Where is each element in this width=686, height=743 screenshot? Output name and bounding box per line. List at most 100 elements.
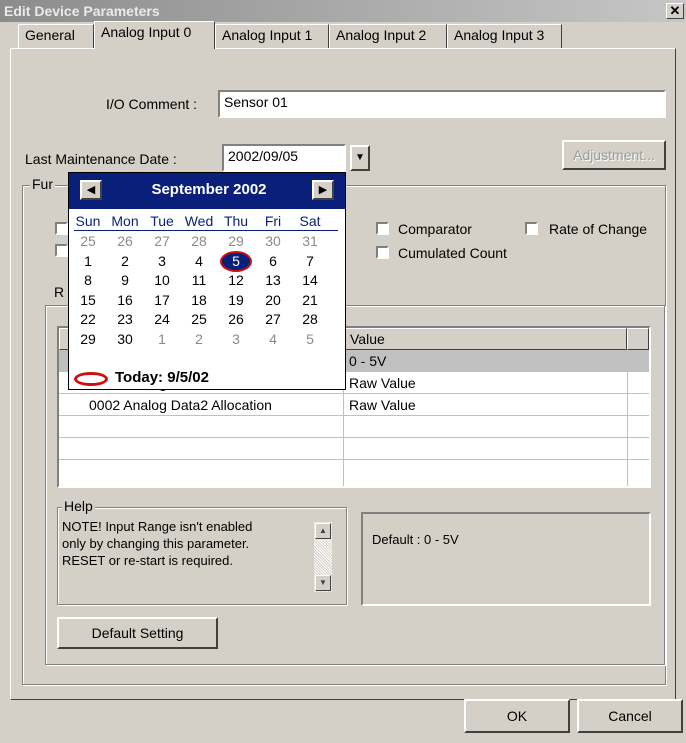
calendar-day[interactable]: 6 — [255, 252, 291, 271]
chevron-left-icon: ◀ — [86, 184, 96, 196]
calendar-day[interactable]: 25 — [70, 232, 106, 251]
cumulated-count-label: Cumulated Count — [398, 245, 507, 261]
calendar-day[interactable]: 10 — [144, 271, 180, 290]
next-month-button[interactable]: ▶ — [312, 180, 334, 200]
calendar-day[interactable]: 21 — [292, 291, 328, 310]
weekday-label: Wed — [184, 213, 214, 229]
tab-general[interactable]: General — [18, 24, 94, 48]
table-row[interactable] — [59, 416, 649, 438]
calendar-day[interactable]: 28 — [292, 310, 328, 329]
rate-of-change-label: Rate of Change — [549, 221, 648, 237]
table-row[interactable]: 0002 Analog Data2 Allocation Raw Value — [59, 394, 649, 416]
title-bar: Edit Device Parameters — [0, 0, 686, 22]
calendar-day[interactable]: 1 — [70, 252, 106, 271]
weekday-divider — [74, 230, 338, 231]
window-title: Edit Device Parameters — [4, 3, 160, 19]
default-setting-button[interactable]: Default Setting — [57, 617, 218, 649]
calendar-day[interactable]: 18 — [181, 291, 217, 310]
calendar-day[interactable]: 16 — [107, 291, 143, 310]
cumulated-count-checkbox[interactable] — [376, 246, 389, 259]
calendar-day[interactable]: 4 — [181, 252, 217, 271]
calendar-day[interactable]: 20 — [255, 291, 291, 310]
calendar-popup: ◀ September 2002 ▶ Sun Mon Tue Wed Thu F… — [68, 172, 346, 390]
calendar-day[interactable]: 17 — [144, 291, 180, 310]
calendar-day[interactable]: 28 — [181, 232, 217, 251]
row-value: Raw Value — [349, 375, 416, 391]
weekday-label: Thu — [223, 213, 249, 229]
ok-button[interactable]: OK — [464, 699, 570, 733]
cancel-button[interactable]: Cancel — [577, 699, 683, 733]
comparator-checkbox[interactable] — [376, 222, 389, 235]
checkbox-hidden-2[interactable] — [55, 244, 68, 257]
tab-label: General — [25, 27, 75, 43]
calendar-day[interactable]: 22 — [70, 310, 106, 329]
calendar-day[interactable]: 19 — [218, 291, 254, 310]
close-button[interactable]: ✕ — [666, 3, 684, 19]
tab-analog-input-1[interactable]: Analog Input 1 — [215, 24, 329, 48]
calendar-day[interactable]: 8 — [70, 271, 106, 290]
rate-of-change-checkbox[interactable] — [525, 222, 538, 235]
calendar-day[interactable]: 2 — [107, 252, 143, 271]
prev-month-button[interactable]: ◀ — [80, 180, 102, 200]
tab-label: Analog Input 3 — [454, 27, 545, 43]
calendar-day[interactable]: 27 — [144, 232, 180, 251]
tab-analog-input-0[interactable]: Analog Input 0 — [94, 21, 215, 49]
calendar-days-grid: 25 26 27 28 29 30 31 1 2 3 4 5 6 7 8 9 10 11 12 13 14 15 16 17 1… — [70, 232, 340, 350]
calendar-day[interactable]: 15 — [70, 291, 106, 310]
scroll-down-icon[interactable]: ▼ — [315, 575, 331, 591]
table-row[interactable] — [59, 460, 649, 482]
help-text-line-3: RESET or re-start is required. — [62, 553, 233, 568]
maintenance-date-label: Last Maintenance Date : — [25, 151, 177, 167]
calendar-day[interactable]: 30 — [107, 330, 143, 349]
calendar-day[interactable]: 26 — [107, 232, 143, 251]
calendar-day[interactable]: 7 — [292, 252, 328, 271]
calendar-day[interactable]: 29 — [218, 232, 254, 251]
calendar-day[interactable]: 31 — [292, 232, 328, 251]
calendar-day[interactable]: 30 — [255, 232, 291, 251]
date-dropdown-button[interactable]: ▼ — [350, 145, 370, 171]
calendar-day[interactable]: 23 — [107, 310, 143, 329]
table-header-extra — [627, 328, 649, 350]
calendar-day[interactable]: 25 — [181, 310, 217, 329]
default-info-box — [361, 512, 651, 606]
calendar-day[interactable]: 1 — [144, 330, 180, 349]
weekday-label: Sun — [75, 213, 101, 229]
comparator-label: Comparator — [398, 221, 472, 237]
calendar-day[interactable]: 27 — [255, 310, 291, 329]
today-label[interactable]: Today: 9/5/02 — [115, 369, 209, 386]
io-comment-input[interactable]: Sensor 01 — [218, 90, 666, 118]
weekday-label: Fri — [264, 213, 282, 229]
io-comment-value: Sensor 01 — [224, 94, 288, 110]
calendar-month-title: September 2002 — [151, 181, 267, 198]
calendar-day[interactable]: 13 — [255, 271, 291, 290]
tab-label: Analog Input 0 — [101, 24, 192, 40]
io-comment-label: I/O Comment : — [106, 96, 198, 112]
calendar-day[interactable]: 12 — [218, 271, 254, 290]
help-text-line-2: only by changing this parameter. — [62, 536, 250, 551]
table-header-value[interactable]: Value — [343, 328, 627, 350]
chevron-down-icon: ▼ — [355, 152, 365, 163]
calendar-day[interactable]: 5 — [292, 330, 328, 349]
weekday-label: Tue — [150, 213, 174, 229]
calendar-day[interactable]: 2 — [181, 330, 217, 349]
calendar-day[interactable]: 11 — [181, 271, 217, 290]
calendar-day[interactable]: 24 — [144, 310, 180, 329]
calendar-day[interactable]: 9 — [107, 271, 143, 290]
calendar-day[interactable]: 29 — [70, 330, 106, 349]
maintenance-date-input[interactable]: 2002/09/05 — [222, 144, 346, 172]
calendar-day[interactable]: 14 — [292, 271, 328, 290]
calendar-day[interactable]: 3 — [218, 330, 254, 349]
tab-label: Analog Input 1 — [222, 27, 313, 43]
checkbox-hidden-1[interactable] — [55, 222, 68, 235]
calendar-day[interactable]: 5 — [218, 250, 254, 272]
calendar-day[interactable]: 4 — [255, 330, 291, 349]
tab-analog-input-3[interactable]: Analog Input 3 — [447, 24, 562, 48]
table-row[interactable] — [59, 438, 649, 460]
scroll-up-icon[interactable]: ▲ — [315, 523, 331, 539]
row-name: 0002 Analog Data2 Allocation — [89, 397, 272, 413]
calendar-day[interactable]: 26 — [218, 310, 254, 329]
calendar-day[interactable]: 3 — [144, 252, 180, 271]
help-text-line-1: NOTE! Input Range isn't enabled — [62, 519, 253, 534]
row-value: Raw Value — [349, 397, 416, 413]
tab-analog-input-2[interactable]: Analog Input 2 — [329, 24, 447, 48]
